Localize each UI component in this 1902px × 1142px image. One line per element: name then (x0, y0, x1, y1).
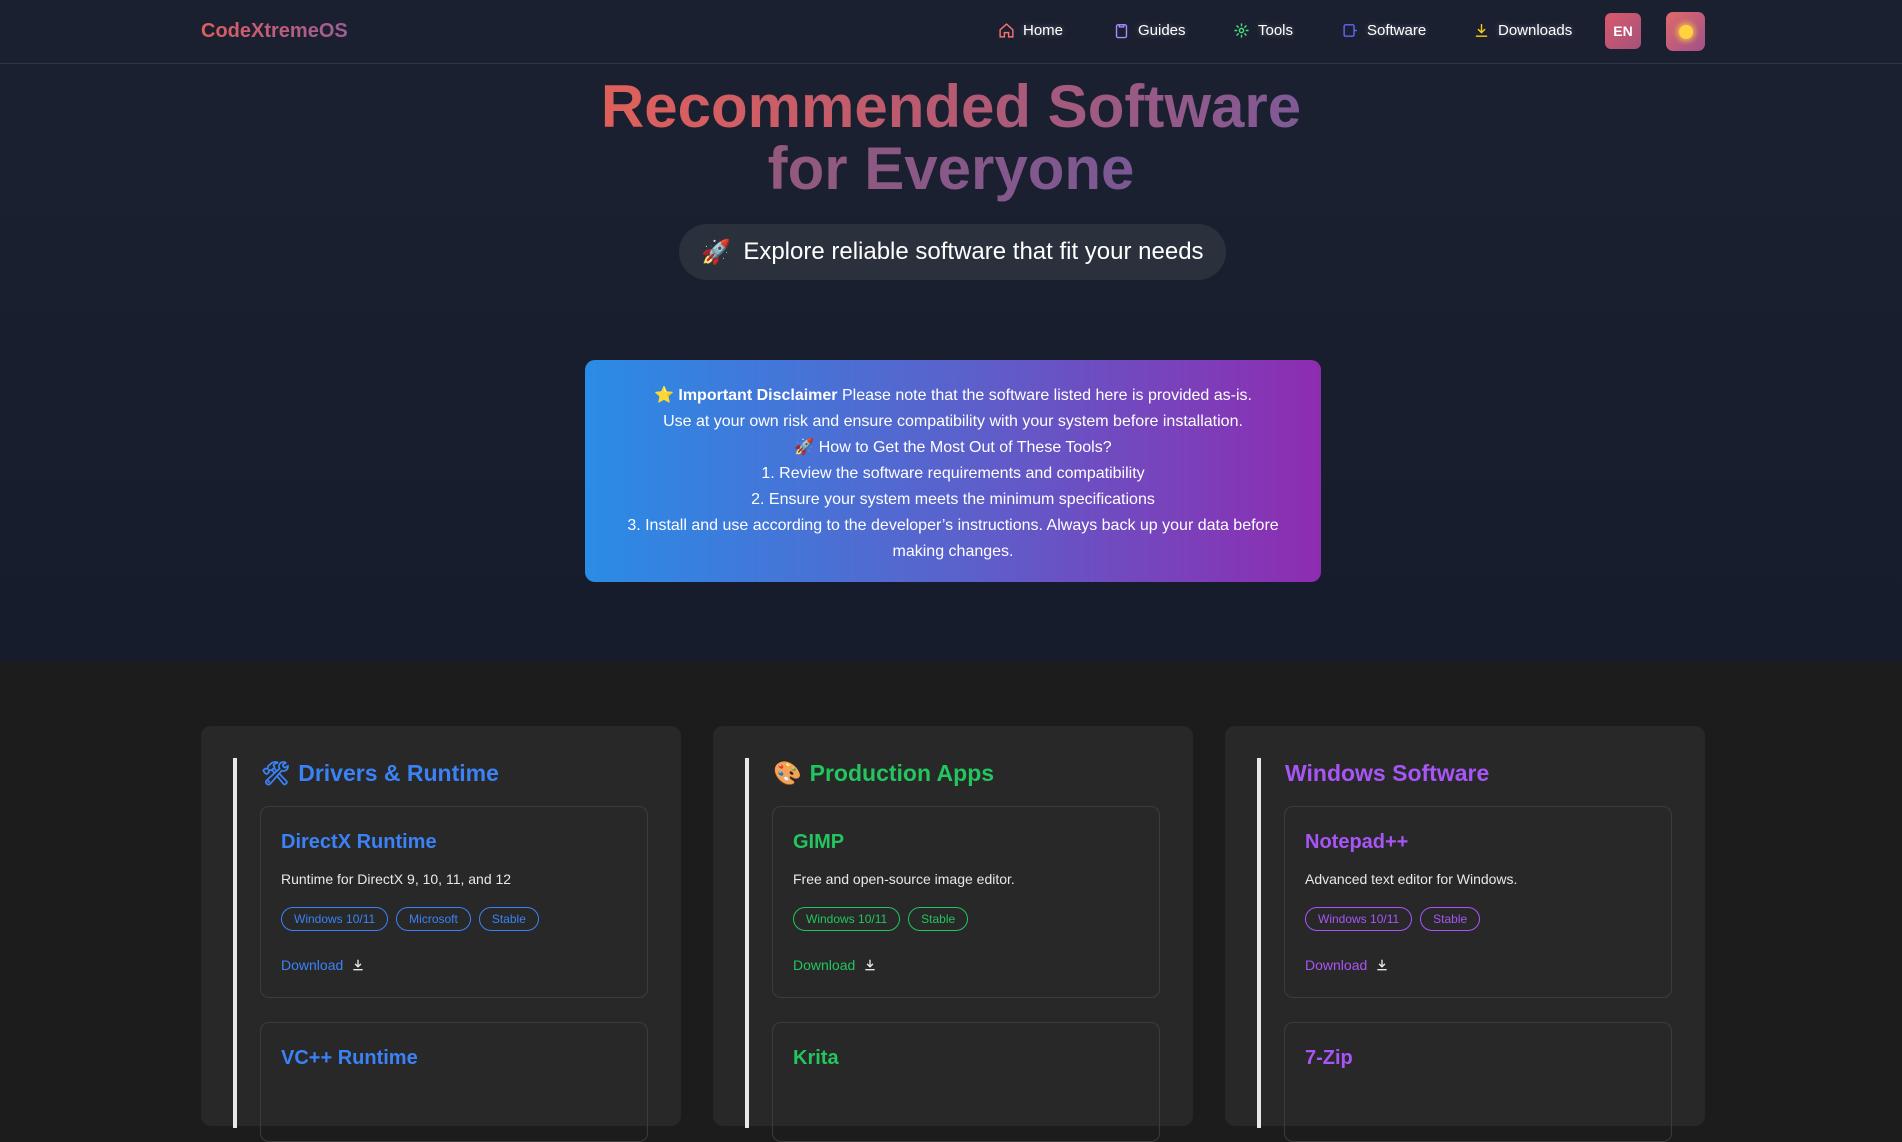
card-title: 7-Zip (1305, 1047, 1353, 1069)
download-label: Download (793, 957, 856, 973)
rocket-icon: 🚀 (701, 238, 732, 266)
language-button[interactable]: EN (1605, 13, 1641, 49)
column-windows-software: Windows Software Notepad++ Advanced text… (1225, 726, 1705, 1142)
sun-icon (1678, 24, 1693, 39)
download-link[interactable]: Download (281, 957, 365, 973)
nav-software-label: Software (1367, 22, 1427, 39)
card-title: VC++ Runtime (281, 1047, 418, 1069)
column-title-text: Windows Software (1285, 760, 1490, 786)
tag: Microsoft (396, 907, 471, 931)
nav-home-label: Home (1023, 22, 1064, 39)
nav-tools[interactable]: Tools (1233, 22, 1293, 39)
software-card-notepadpp: Notepad++ Advanced text editor for Windo… (1284, 806, 1672, 998)
column-accent-bar (745, 758, 749, 1128)
download-link[interactable]: Download (793, 957, 877, 973)
card-tags: Windows 10/11 Stable (1305, 907, 1481, 931)
clipboard-icon (1115, 24, 1128, 39)
software-card-krita: Krita (772, 1022, 1160, 1142)
card-title: DirectX Runtime (281, 831, 437, 853)
card-description: Free and open-source image editor. (793, 871, 1015, 887)
disclaimer-text-2: Use at your own risk and ensure compatib… (663, 413, 1243, 430)
nav-guides-label: Guides (1138, 22, 1186, 39)
column-title: 🛠 Drivers & Runtime (261, 760, 499, 787)
column-title-text: Production Apps (809, 760, 995, 786)
nav-downloads[interactable]: Downloads (1473, 22, 1572, 39)
howto-text: How to Get the Most Out of These Tools? (818, 439, 1112, 456)
step-1: 1. Review the software requirements and … (761, 465, 1145, 482)
rocket-icon-small: 🚀 (794, 439, 815, 456)
disclaimer-text-1: Please note that the software listed her… (841, 387, 1252, 404)
software-card-directx: DirectX Runtime Runtime for DirectX 9, 1… (260, 806, 648, 998)
column-drivers-runtime: 🛠 Drivers & Runtime DirectX Runtime Runt… (201, 726, 681, 1142)
home-icon (999, 23, 1014, 38)
card-title: Notepad++ (1305, 831, 1409, 853)
card-description: Runtime for DirectX 9, 10, 11, and 12 (281, 871, 512, 887)
card-tags: Windows 10/11 Microsoft Stable (281, 907, 539, 931)
disclaimer-howto: 🚀 How to Get the Most Out of These Tools… (605, 435, 1301, 461)
tag: Windows 10/11 (793, 907, 901, 931)
column-title: Windows Software (1285, 760, 1489, 787)
disclaimer-box: ⭐ Important Disclaimer Please note that … (585, 360, 1321, 582)
title-line-2: for Everyone (767, 135, 1135, 202)
top-navbar: CodeXtremeOS Home Guides Tools Software … (0, 0, 1902, 64)
download-label: Download (1305, 957, 1368, 973)
card-title: Krita (793, 1047, 839, 1069)
disclaimer-heading: Important Disclaimer (678, 387, 838, 404)
column-title-text: Drivers & Runtime (298, 760, 499, 786)
column-title: 🎨 Production Apps (773, 760, 994, 787)
column-production-apps: 🎨 Production Apps GIMP Free and open-sou… (713, 726, 1193, 1142)
gear-icon (1234, 23, 1249, 38)
download-icon (1377, 959, 1387, 971)
theme-toggle-button[interactable] (1666, 12, 1705, 51)
tag: Stable (908, 907, 969, 931)
download-icon (1475, 24, 1488, 37)
software-card-7zip: 7-Zip (1284, 1022, 1672, 1142)
step-2: 2. Ensure your system meets the minimum … (751, 491, 1155, 508)
download-link[interactable]: Download (1305, 957, 1389, 973)
window-icon (1343, 24, 1357, 37)
brand-logo[interactable]: CodeXtremeOS (201, 20, 348, 43)
software-card-vcpp: VC++ Runtime (260, 1022, 648, 1142)
card-description: Advanced text editor for Windows. (1305, 871, 1518, 887)
tag: Stable (1420, 907, 1481, 931)
title-line-1: Recommended Software (600, 73, 1302, 140)
tools-icon: 🛠 (261, 760, 291, 786)
step-3: 3. Install and use according to the deve… (627, 517, 1279, 560)
nav-home[interactable]: Home (998, 22, 1063, 39)
palette-icon: 🎨 (773, 760, 802, 786)
column-accent-bar (233, 758, 237, 1128)
tag: Windows 10/11 (281, 907, 389, 931)
card-title: GIMP (793, 831, 845, 853)
software-card-gimp: GIMP Free and open-source image editor. … (772, 806, 1160, 998)
subtitle-pill: 🚀 Explore reliable software that fit you… (679, 224, 1226, 280)
nav-guides[interactable]: Guides (1113, 22, 1186, 39)
star-icon: ⭐ (654, 387, 674, 404)
tag: Stable (478, 907, 539, 931)
page-title: Recommended Software for Everyone (0, 76, 1902, 200)
download-icon (353, 959, 363, 971)
column-accent-bar (1257, 758, 1261, 1128)
subtitle-text: Explore reliable software that fit your … (743, 238, 1204, 265)
disclaimer-line-1: ⭐ Important Disclaimer Please note that … (605, 383, 1301, 409)
download-label: Download (281, 957, 344, 973)
download-icon (865, 959, 875, 971)
tag: Windows 10/11 (1305, 907, 1413, 931)
card-tags: Windows 10/11 Stable (793, 907, 969, 931)
nav-tools-label: Tools (1258, 22, 1294, 39)
nav-downloads-label: Downloads (1498, 22, 1573, 39)
nav-software[interactable]: Software (1342, 22, 1426, 39)
